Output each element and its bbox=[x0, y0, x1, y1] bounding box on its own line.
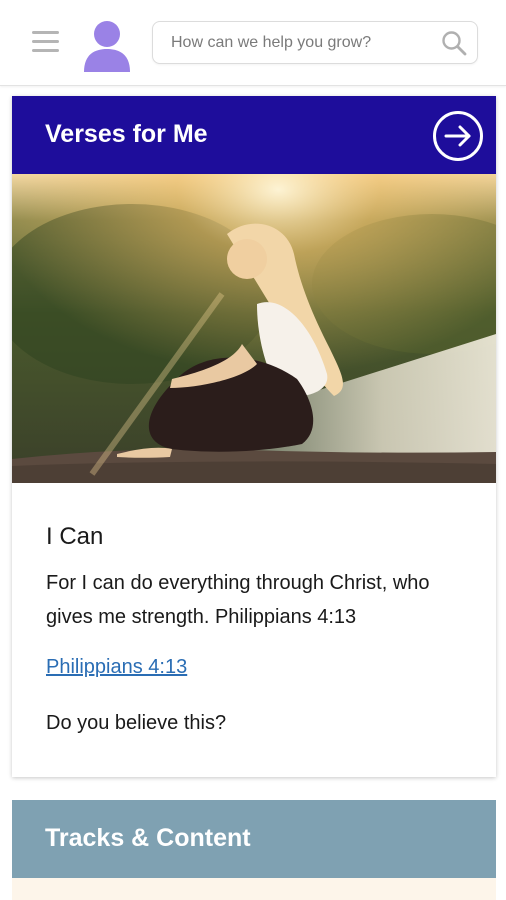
user-avatar-icon[interactable] bbox=[82, 18, 132, 72]
search-icon[interactable] bbox=[441, 30, 467, 56]
top-bar bbox=[0, 0, 506, 86]
verse-title: I Can bbox=[46, 523, 104, 550]
tracks-content-header[interactable]: Tracks & Content bbox=[12, 800, 496, 878]
verses-card-title: Verses for Me bbox=[45, 120, 208, 148]
verse-question: Do you believe this? bbox=[46, 712, 227, 734]
hamburger-menu-icon[interactable] bbox=[32, 31, 59, 53]
arrow-right-circle-icon[interactable] bbox=[432, 110, 484, 162]
search-box bbox=[152, 21, 478, 64]
woman-sunset-photo bbox=[12, 174, 496, 483]
verse-reference-link[interactable]: Philippians 4:13 bbox=[46, 656, 187, 679]
tracks-content-body bbox=[12, 878, 496, 900]
verse-text: For I can do everything through Christ, … bbox=[46, 572, 430, 628]
search-input[interactable] bbox=[153, 22, 433, 63]
verses-card-header: Verses for Me bbox=[12, 96, 496, 174]
verses-card: Verses for Me I Can For I can do everyth… bbox=[12, 96, 496, 777]
tracks-content-title: Tracks & Content bbox=[45, 824, 251, 852]
